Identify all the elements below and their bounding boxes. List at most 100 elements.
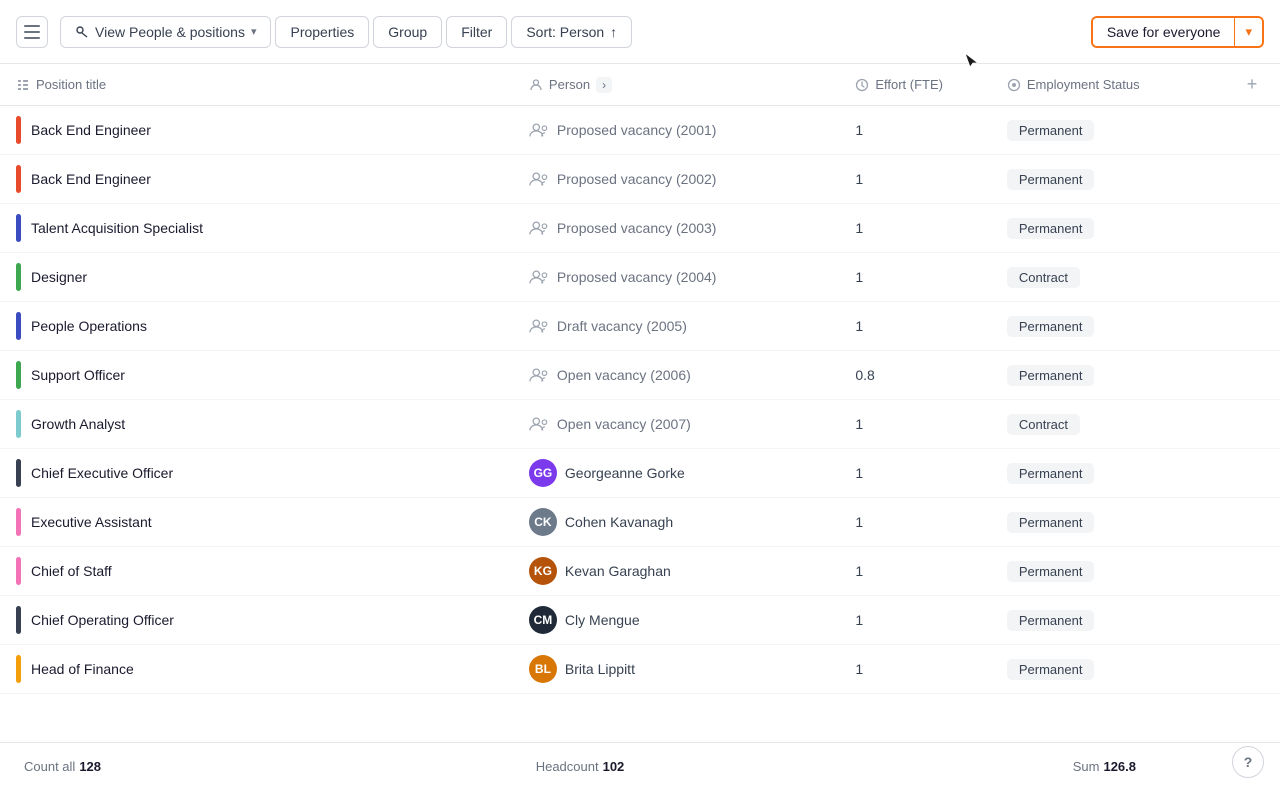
save-for-everyone-button[interactable]: Save for everyone (1093, 18, 1235, 46)
vacancy-label[interactable]: Open vacancy (2006) (557, 367, 691, 383)
table-row: Support Officer Open vacancy (2006) 0.8 (0, 351, 1280, 400)
effort-td: 0.8 (839, 351, 991, 400)
person-name[interactable]: Georgeanne Gorke (565, 465, 685, 481)
position-cell: Designer (16, 263, 497, 291)
position-cell: People Operations (16, 312, 497, 340)
effort-value: 1 (855, 416, 863, 432)
vacancy-label[interactable]: Proposed vacancy (2004) (557, 269, 717, 285)
vacancy-label[interactable]: Draft vacancy (2005) (557, 318, 687, 334)
position-title[interactable]: Chief of Staff (31, 563, 112, 579)
person-td: GG Georgeanne Gorke (513, 449, 839, 498)
help-button[interactable]: ? (1232, 746, 1264, 778)
color-bar (16, 165, 21, 193)
vacancy-label[interactable]: Proposed vacancy (2002) (557, 171, 717, 187)
person-cell: Open vacancy (2006) (529, 366, 823, 384)
table-row: Head of Finance BL Brita Lippitt 1 Perma… (0, 645, 1280, 694)
person-name[interactable]: Cohen Kavanagh (565, 514, 673, 530)
person-name[interactable]: Cly Mengue (565, 612, 640, 628)
position-title[interactable]: Designer (31, 269, 87, 285)
vacancy-label[interactable]: Open vacancy (2007) (557, 416, 691, 432)
effort-header: Effort (FTE) (839, 64, 991, 106)
save-label: Save for everyone (1107, 24, 1221, 40)
person-name[interactable]: Kevan Garaghan (565, 563, 671, 579)
avatar: BL (529, 655, 557, 683)
person-td: Draft vacancy (2005) (513, 302, 839, 351)
save-chevron-icon: ▾ (1245, 24, 1252, 39)
position-cell-td: Executive Assistant (0, 498, 513, 547)
position-title[interactable]: Chief Operating Officer (31, 612, 174, 628)
effort-col-icon (855, 78, 869, 92)
person-col-label: Person (549, 77, 590, 92)
status-badge: Permanent (1007, 316, 1095, 337)
position-title[interactable]: Back End Engineer (31, 122, 151, 138)
count-value: 128 (79, 759, 101, 774)
effort-td: 1 (839, 302, 991, 351)
position-cell-td: Back End Engineer (0, 155, 513, 204)
group-button[interactable]: Group (373, 16, 442, 48)
position-cell: Growth Analyst (16, 410, 497, 438)
vacancy-icon (529, 415, 549, 433)
properties-label: Properties (290, 24, 354, 40)
position-title[interactable]: Chief Executive Officer (31, 465, 173, 481)
table-row: Back End Engineer Proposed vacancy (2002… (0, 155, 1280, 204)
person-td: Open vacancy (2006) (513, 351, 839, 400)
position-title[interactable]: Executive Assistant (31, 514, 152, 530)
person-cell: Draft vacancy (2005) (529, 317, 823, 335)
position-title[interactable]: People Operations (31, 318, 147, 334)
group-label: Group (388, 24, 427, 40)
headcount-label: Headcount (536, 759, 599, 774)
status-col-label: Employment Status (1027, 77, 1140, 92)
position-cell-td: Growth Analyst (0, 400, 513, 449)
filter-button[interactable]: Filter (446, 16, 507, 48)
sidebar-toggle-icon (24, 25, 40, 39)
person-cell: Proposed vacancy (2002) (529, 170, 823, 188)
status-badge: Contract (1007, 414, 1080, 435)
table-row: Designer Proposed vacancy (2004) 1 Con (0, 253, 1280, 302)
vacancy-label[interactable]: Proposed vacancy (2001) (557, 122, 717, 138)
position-title[interactable]: Growth Analyst (31, 416, 125, 432)
add-col-header[interactable]: + (1224, 64, 1280, 106)
position-title[interactable]: Talent Acquisition Specialist (31, 220, 203, 236)
color-bar (16, 410, 21, 438)
avatar-initials: BL (535, 662, 551, 676)
vacancy-icon (529, 317, 549, 335)
position-title[interactable]: Head of Finance (31, 661, 134, 677)
sort-label: Sort: Person (526, 24, 604, 40)
position-cell: Back End Engineer (16, 116, 497, 144)
effort-value: 0.8 (855, 367, 874, 383)
status-td: Permanent (991, 204, 1224, 253)
effort-td: 1 (839, 498, 991, 547)
effort-value: 1 (855, 171, 863, 187)
properties-button[interactable]: Properties (275, 16, 369, 48)
save-chevron-button[interactable]: ▾ (1234, 18, 1262, 46)
position-cell-td: Chief of Staff (0, 547, 513, 596)
vacancy-label[interactable]: Proposed vacancy (2003) (557, 220, 717, 236)
action-td (1224, 351, 1280, 400)
avatar-initials: CM (534, 613, 553, 627)
person-td: Open vacancy (2007) (513, 400, 839, 449)
vacancy-icon (529, 268, 549, 286)
status-header: Employment Status (991, 64, 1224, 106)
sum-label: Sum (1073, 759, 1100, 774)
person-name[interactable]: Brita Lippitt (565, 661, 635, 677)
person-td: Proposed vacancy (2001) (513, 106, 839, 155)
status-td: Contract (991, 400, 1224, 449)
table-header-row: Position title Person › (0, 64, 1280, 106)
sidebar-toggle-button[interactable] (16, 16, 48, 48)
person-col-expand[interactable]: › (596, 77, 612, 93)
sort-button[interactable]: Sort: Person ↑ (511, 16, 632, 48)
status-badge: Permanent (1007, 218, 1095, 239)
status-badge: Permanent (1007, 169, 1095, 190)
view-icon (75, 25, 89, 39)
position-cell-td: Support Officer (0, 351, 513, 400)
position-title[interactable]: Support Officer (31, 367, 125, 383)
position-cell-td: Designer (0, 253, 513, 302)
position-title[interactable]: Back End Engineer (31, 171, 151, 187)
avatar-initials: CK (534, 515, 551, 529)
status-td: Permanent (991, 302, 1224, 351)
person-cell: BL Brita Lippitt (529, 655, 823, 683)
action-td (1224, 106, 1280, 155)
add-column-icon[interactable]: + (1247, 74, 1258, 94)
person-td: CK Cohen Kavanagh (513, 498, 839, 547)
view-people-positions-button[interactable]: View People & positions ▾ (60, 16, 271, 48)
